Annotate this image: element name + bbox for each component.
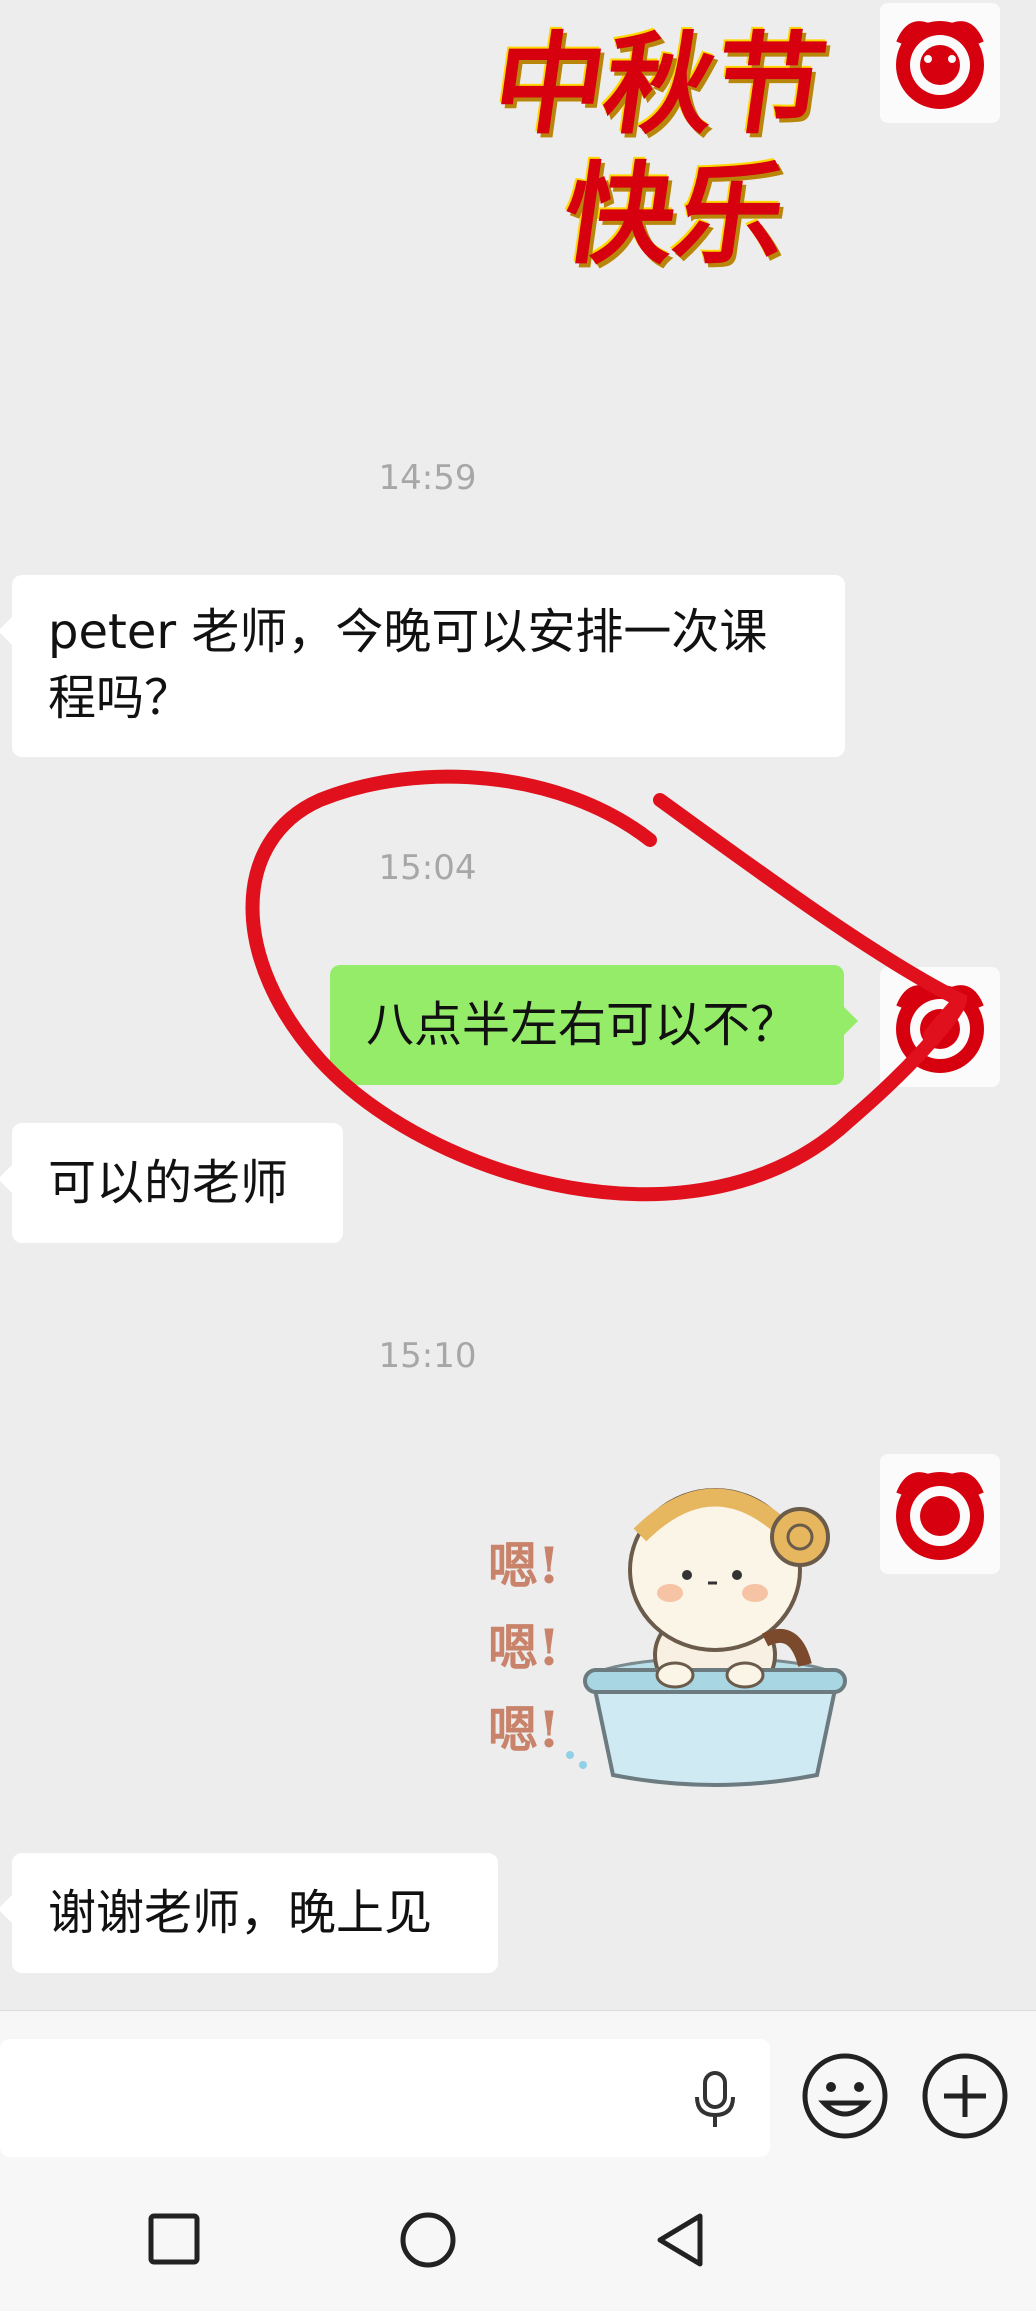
circle-icon[interactable]	[398, 2210, 458, 2270]
smiley-icon[interactable]	[800, 2051, 890, 2141]
microphone-icon[interactable]	[690, 2069, 740, 2129]
annotation-circle	[245, 769, 968, 1202]
system-nav-bar	[0, 2170, 1036, 2311]
square-icon[interactable]	[145, 2210, 205, 2270]
message-input[interactable]	[0, 2039, 770, 2157]
input-bar	[0, 2010, 1036, 2171]
plus-circle-icon[interactable]	[920, 2051, 1010, 2141]
triangle-back-icon[interactable]	[652, 2210, 712, 2270]
